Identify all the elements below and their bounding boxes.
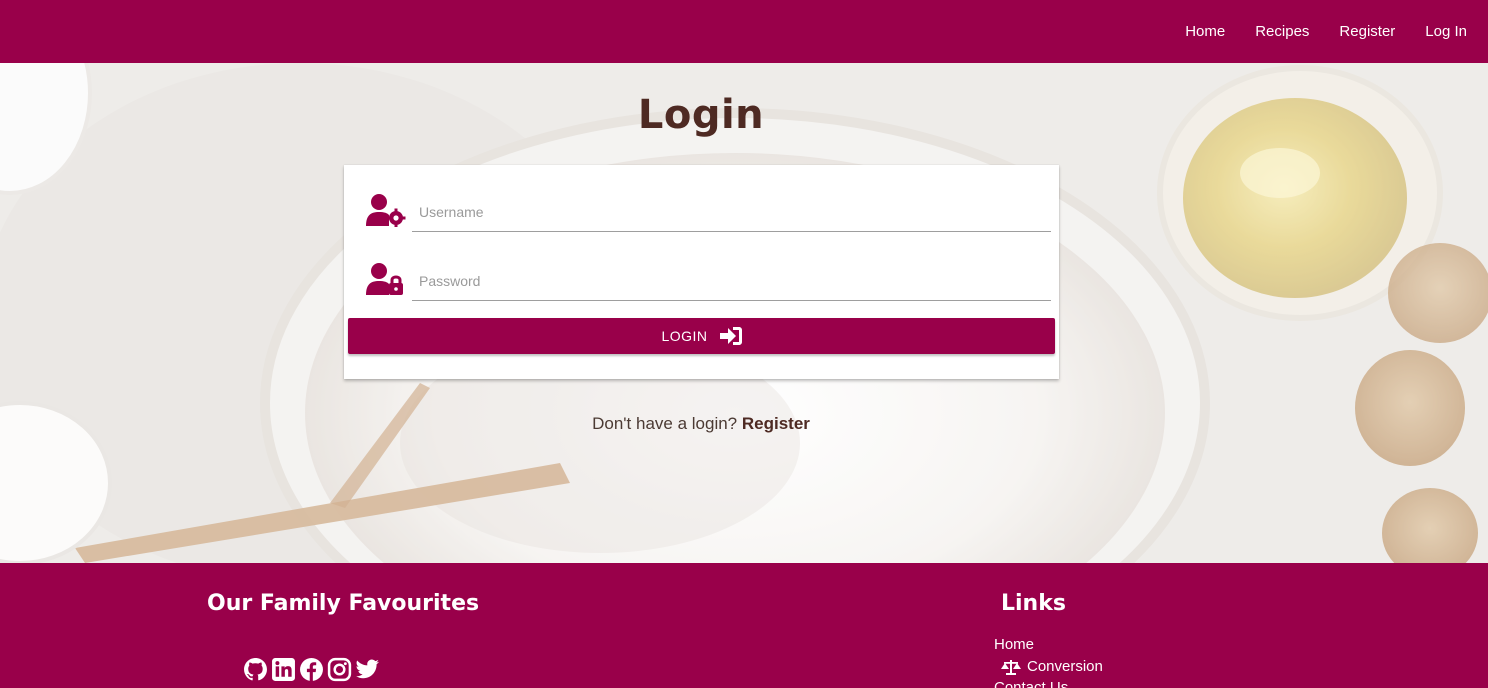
linkedin-icon[interactable] xyxy=(271,657,296,682)
login-button[interactable]: LOGIN xyxy=(348,318,1055,354)
nav-home[interactable]: Home xyxy=(1185,23,1225,40)
username-input[interactable] xyxy=(412,192,1051,232)
footer-link-conversion[interactable]: Conversion xyxy=(1027,658,1103,675)
navbar: Home Recipes Register Log In xyxy=(0,0,1488,63)
register-link[interactable]: Register xyxy=(742,414,810,433)
social-icons xyxy=(243,657,383,682)
footer-link-contact[interactable]: Contact Us xyxy=(994,679,1068,688)
user-lock-icon xyxy=(366,263,403,295)
footer-title-favourites: Our Family Favourites xyxy=(207,591,480,616)
balance-scale-icon xyxy=(1001,660,1021,675)
login-button-label: LOGIN xyxy=(661,328,708,344)
facebook-icon[interactable] xyxy=(299,657,324,682)
password-row xyxy=(344,248,1059,318)
username-row xyxy=(344,179,1059,249)
nav-login[interactable]: Log In xyxy=(1425,23,1467,40)
register-prompt: Don't have a login? Register xyxy=(0,414,1402,434)
github-icon[interactable] xyxy=(243,657,268,682)
page-title: Login xyxy=(637,92,765,138)
login-card: LOGIN xyxy=(344,165,1059,379)
sign-in-icon xyxy=(719,327,742,345)
footer-title-links: Links xyxy=(1001,591,1066,616)
password-input[interactable] xyxy=(412,261,1051,301)
nav-register[interactable]: Register xyxy=(1339,23,1395,40)
footer: Our Family Favourites Links Home Convers… xyxy=(0,563,1488,688)
no-login-text: Don't have a login? xyxy=(592,414,738,433)
user-gear-icon xyxy=(366,194,406,227)
instagram-icon[interactable] xyxy=(327,657,352,682)
footer-link-home[interactable]: Home xyxy=(994,636,1034,653)
twitter-icon[interactable] xyxy=(355,657,380,682)
nav-recipes[interactable]: Recipes xyxy=(1255,23,1309,40)
